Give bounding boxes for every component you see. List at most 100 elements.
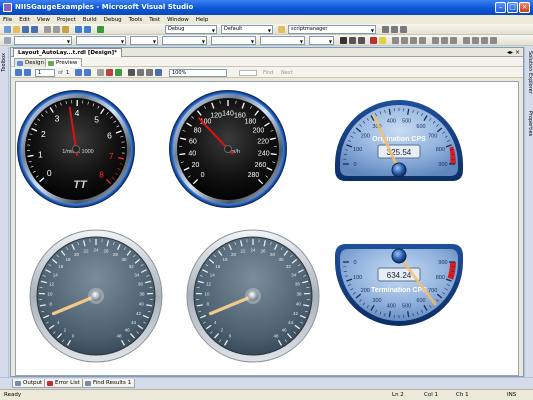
style-select[interactable]: ▼ <box>14 36 72 45</box>
page-input[interactable]: 1 <box>35 69 55 77</box>
tab-preview[interactable]: Preview <box>45 58 83 67</box>
print-icon[interactable] <box>128 69 135 76</box>
size-select[interactable]: ▼ <box>309 36 334 45</box>
solution-explorer-tab[interactable]: Solution Explorer <box>527 51 533 94</box>
save-all-icon[interactable] <box>31 26 38 33</box>
find-combo[interactable]: scriptmanager ▼ <box>288 25 376 34</box>
tab-error-list[interactable]: Error List <box>44 379 84 388</box>
solution-explorer-icon[interactable] <box>382 26 389 33</box>
cut-icon[interactable] <box>44 26 51 33</box>
chevron-down-icon: ▼ <box>66 39 70 44</box>
paste-icon[interactable] <box>62 26 69 33</box>
zoom-value: 100% <box>172 70 187 76</box>
zoom-select[interactable]: 100% <box>169 69 227 77</box>
new-project-icon[interactable] <box>4 26 11 33</box>
orig-title: Origination CPS <box>372 136 426 143</box>
menu-view[interactable]: View <box>37 17 50 23</box>
dial1-tick-label: 10 <box>48 292 54 297</box>
fill-select[interactable]: ▼ <box>211 36 256 45</box>
tab-design[interactable]: Design <box>14 58 49 67</box>
tab-design-label: Design <box>25 60 44 66</box>
export-icon[interactable] <box>155 69 162 76</box>
config-select[interactable]: Debug ▼ <box>165 25 217 34</box>
align-left-icon[interactable] <box>392 37 399 44</box>
border-select[interactable]: ▼ <box>162 36 207 45</box>
chevron-down-icon: ▼ <box>152 39 156 44</box>
chevron-down-icon: ▼ <box>211 28 215 33</box>
tach-tick-label: 0 <box>47 168 52 178</box>
tab-menu-icon[interactable]: ◂▸ <box>507 49 513 56</box>
menu-build[interactable]: Build <box>83 17 97 23</box>
of-label: of <box>58 70 63 76</box>
orig-tick-label: 400 <box>387 119 396 125</box>
font-select[interactable]: ▼ <box>260 36 305 45</box>
document-tab[interactable]: Layout_AutoLay...t.rdl [Design]* <box>13 48 123 57</box>
menu-tools[interactable]: Tools <box>129 17 143 23</box>
properties-icon[interactable] <box>391 26 398 33</box>
underline-icon[interactable] <box>358 37 365 44</box>
align-right-icon[interactable] <box>410 37 417 44</box>
menu-debug[interactable]: Debug <box>104 17 122 23</box>
align-middle-icon[interactable] <box>441 37 448 44</box>
start-debug-icon[interactable] <box>97 26 104 33</box>
speedo-tick-label: 20 <box>192 162 200 169</box>
menu-help[interactable]: Help <box>196 17 209 23</box>
stop-icon[interactable] <box>106 69 113 76</box>
page-setup-icon[interactable] <box>146 69 153 76</box>
close-document-icon[interactable]: × <box>515 49 520 56</box>
minimize-button[interactable]: – <box>495 2 506 13</box>
align-top-icon[interactable] <box>432 37 439 44</box>
speedo-tick <box>179 153 186 156</box>
numbering-icon[interactable] <box>490 37 497 44</box>
align-center-icon[interactable] <box>401 37 408 44</box>
bullets-icon[interactable] <box>481 37 488 44</box>
menu-file[interactable]: File <box>3 17 12 23</box>
outdent-icon[interactable] <box>472 37 479 44</box>
save-icon[interactable] <box>22 26 29 33</box>
menu-test[interactable]: Test <box>149 17 160 23</box>
print-layout-icon[interactable] <box>137 69 144 76</box>
find-text-input[interactable] <box>239 70 257 76</box>
tab-output[interactable]: Output <box>12 379 47 388</box>
menu-window[interactable]: Window <box>167 17 189 23</box>
bottom-tab-strip: Output Error List Find Results 1 <box>0 377 533 389</box>
dial1-tick-label: 30 <box>121 257 127 262</box>
platform-select[interactable]: Default ▼ <box>221 25 273 34</box>
last-page-icon[interactable] <box>84 69 91 76</box>
properties-tab[interactable]: Properties <box>527 111 533 136</box>
term-tick-label: 600 <box>416 298 425 304</box>
refresh-icon[interactable] <box>115 69 122 76</box>
previous-page-icon[interactable] <box>24 69 31 76</box>
dial2-tick-label: 46 <box>282 327 288 332</box>
tab-find-results[interactable]: Find Results 1 <box>82 379 136 388</box>
indent-icon[interactable] <box>463 37 470 44</box>
maximize-button[interactable]: □ <box>507 2 518 13</box>
highlight-icon[interactable] <box>379 37 386 44</box>
find-in-files-icon[interactable] <box>278 26 285 33</box>
first-page-icon[interactable] <box>15 69 22 76</box>
layout-icon[interactable] <box>4 37 11 44</box>
align-bottom-icon[interactable] <box>450 37 457 44</box>
font-color-icon[interactable] <box>370 37 377 44</box>
config-value: Debug <box>168 26 185 32</box>
toolbox-dock[interactable]: Toolbox <box>0 47 9 377</box>
undo-icon[interactable] <box>75 26 82 33</box>
toolbox-icon[interactable] <box>400 26 407 33</box>
italic-icon[interactable] <box>349 37 356 44</box>
next-link[interactable]: Next <box>281 70 293 76</box>
bold-icon[interactable] <box>340 37 347 44</box>
window-title: NIISGaugeExamples - Microsoft Visual Stu… <box>15 3 194 11</box>
close-button[interactable]: × <box>519 2 530 13</box>
back-icon[interactable] <box>97 69 104 76</box>
redo-icon[interactable] <box>84 26 91 33</box>
copy-icon[interactable] <box>53 26 60 33</box>
font-size-select[interactable]: ▼ <box>130 36 158 45</box>
open-icon[interactable] <box>13 26 20 33</box>
next-page-icon[interactable] <box>75 69 82 76</box>
menu-edit[interactable]: Edit <box>19 17 30 23</box>
menu-project[interactable]: Project <box>57 17 76 23</box>
report-toolbar: 1 of 1 100% Find Next <box>11 67 523 78</box>
font-family-select[interactable]: ▼ <box>76 36 126 45</box>
find-link[interactable]: Find <box>263 70 273 76</box>
align-justify-icon[interactable] <box>419 37 426 44</box>
